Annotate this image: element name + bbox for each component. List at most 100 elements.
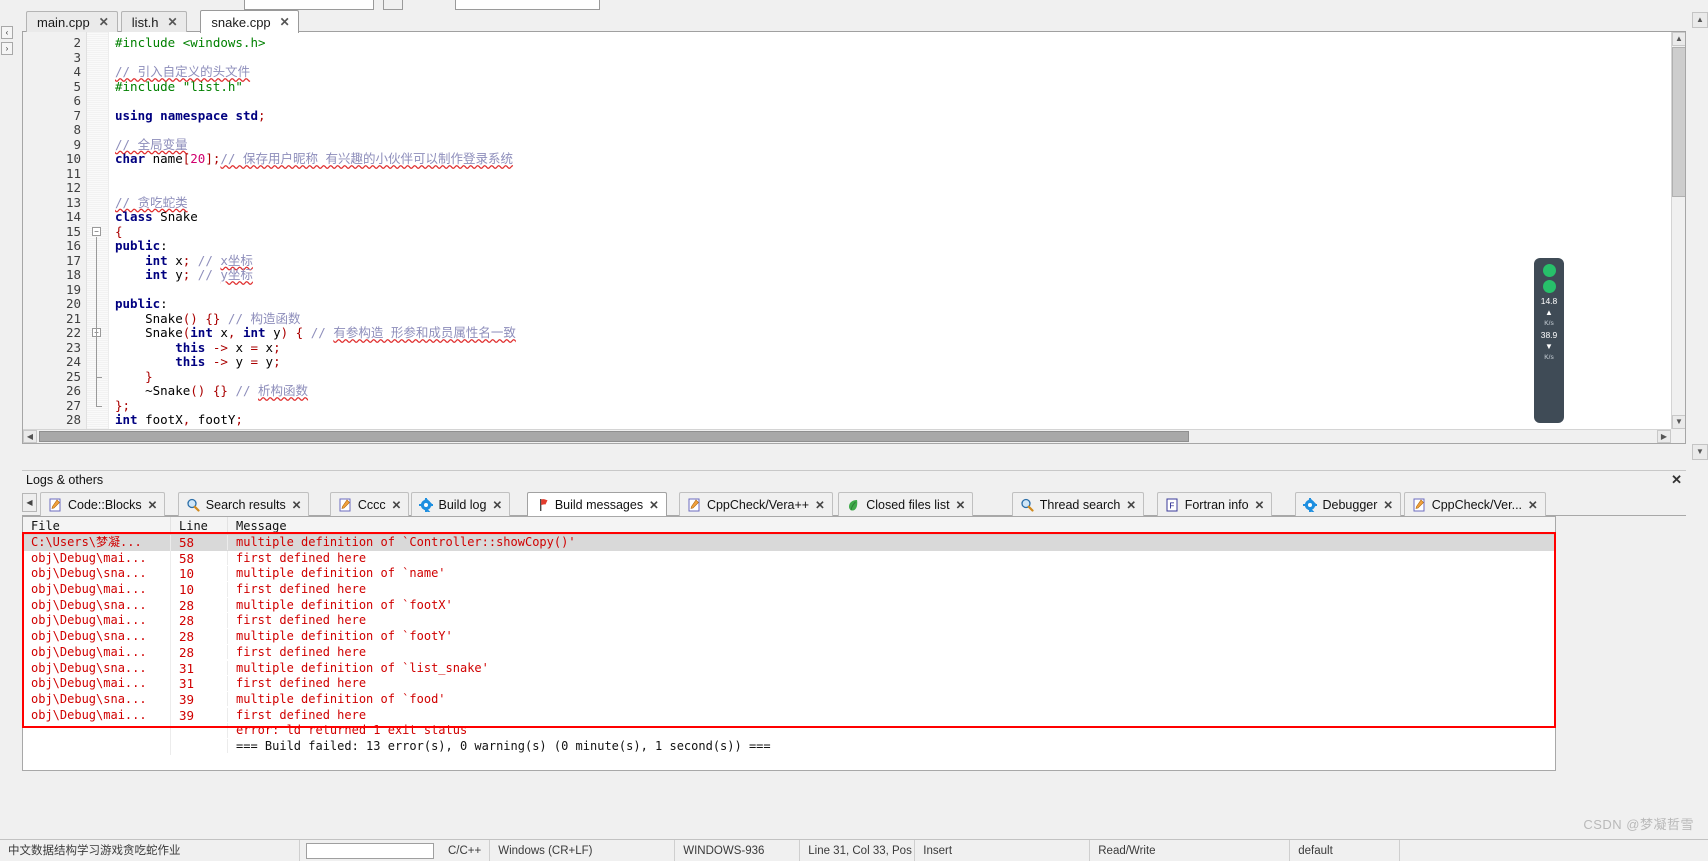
fold-toggle-icon[interactable]: − bbox=[92, 226, 102, 237]
code-line[interactable]: ~Snake() {} // 析构函数 bbox=[115, 383, 308, 399]
code-line[interactable]: public: bbox=[115, 296, 168, 312]
column-header-file[interactable]: File bbox=[23, 517, 171, 534]
close-icon[interactable]: ✕ bbox=[1255, 498, 1265, 512]
table-row[interactable]: C:\Users\梦凝... 58 multiple definition of `… bbox=[23, 535, 1555, 551]
logs-tab-thread-search[interactable]: Thread search ✕ bbox=[1011, 492, 1144, 516]
editor-vertical-scrollbar[interactable]: ▲ ▼ bbox=[1671, 32, 1685, 429]
scroll-right-arrow-icon[interactable]: ▶ bbox=[1657, 430, 1671, 443]
scroll-up-arrow-icon[interactable]: ▲ bbox=[1672, 32, 1685, 46]
close-icon[interactable]: ✕ bbox=[649, 498, 659, 512]
close-icon[interactable]: ✕ bbox=[492, 498, 502, 512]
vertical-scroll-thumb[interactable] bbox=[1672, 47, 1685, 197]
table-row[interactable]: obj\Debug\mai... 58 first defined here bbox=[23, 550, 1555, 567]
code-token: this bbox=[175, 339, 206, 355]
table-row[interactable]: obj\Debug\mai... 10 first defined here bbox=[23, 582, 1555, 598]
close-icon[interactable]: ✕ bbox=[99, 15, 109, 29]
fold-margin[interactable]: −− bbox=[87, 32, 109, 443]
close-icon[interactable]: ✕ bbox=[1528, 498, 1538, 512]
cell-line: 39 bbox=[171, 691, 228, 707]
logs-tab-cppcheck-ver[interactable]: CppCheck/Ver... ✕ bbox=[1403, 492, 1546, 516]
code-line[interactable]: this -> x = x; bbox=[115, 339, 280, 356]
table-row[interactable]: obj\Debug\mai... 39 first defined here bbox=[23, 707, 1555, 724]
code-line[interactable]: int footX, footY; bbox=[115, 412, 243, 428]
table-row[interactable]: obj\Debug\mai... 28 first defined here bbox=[23, 644, 1555, 661]
scroll-down-arrow-icon[interactable]: ▼ bbox=[1672, 415, 1685, 429]
editor-tab-snake-cpp[interactable]: snake.cpp ✕ bbox=[200, 10, 299, 33]
code-line[interactable]: Snake(int x, int y) { // 有参构造 形参和成员属性名一致 bbox=[115, 325, 516, 341]
code-line[interactable]: Snake() {} // 构造函数 bbox=[115, 311, 300, 327]
close-icon[interactable]: ✕ bbox=[1383, 498, 1393, 512]
code-line[interactable]: this -> y = y; bbox=[115, 354, 280, 370]
window-scroll-down-icon[interactable]: ▼ bbox=[1692, 444, 1708, 460]
code-line[interactable]: char name[20];// 保存用户昵称 有兴趣的小伙伴可以制作登录系统 bbox=[115, 151, 513, 167]
build-messages-grid[interactable]: File Line Message C:\Users\梦凝... 58 multip… bbox=[22, 516, 1556, 771]
logs-tab-build-log[interactable]: Build log ✕ bbox=[410, 492, 511, 516]
close-icon[interactable]: ✕ bbox=[148, 498, 158, 512]
network-speed-widget[interactable]: 14.8 ▲ K/s 38.9 ▼ K/s bbox=[1534, 258, 1564, 423]
code-line[interactable]: #include <windows.h> bbox=[115, 35, 266, 51]
table-row[interactable]: error: ld returned 1 exit status bbox=[23, 723, 1555, 739]
table-row[interactable]: obj\Debug\sna... 28 multiple definition of… bbox=[23, 629, 1555, 645]
table-row[interactable]: obj\Debug\mai... 28 first defined here bbox=[23, 613, 1555, 630]
code-line[interactable]: // 全局变量 bbox=[115, 137, 188, 153]
horizontal-scroll-thumb[interactable] bbox=[39, 431, 1189, 442]
table-row[interactable]: === Build failed: 13 error(s), 0 warning… bbox=[23, 738, 1555, 755]
code-line[interactable]: }; bbox=[115, 398, 130, 414]
toolbar-text-field-2[interactable] bbox=[455, 0, 600, 10]
status-bar-input[interactable] bbox=[306, 842, 434, 859]
table-row[interactable]: obj\Debug\sna... 39 multiple definition of… bbox=[23, 691, 1555, 708]
code-line[interactable]: // 引入自定义的头文件 bbox=[115, 64, 250, 80]
code-token: -> bbox=[212, 354, 228, 369]
code-line[interactable]: } bbox=[115, 369, 153, 385]
logs-tab-debugger[interactable]: Debugger ✕ bbox=[1294, 492, 1402, 516]
fold-toggle-icon[interactable]: − bbox=[92, 328, 102, 338]
window-scroll-up-icon[interactable]: ▲ bbox=[1692, 12, 1708, 28]
code-line[interactable]: int x; // x坐标 bbox=[115, 253, 253, 269]
column-header-line[interactable]: Line bbox=[171, 517, 228, 533]
code-line[interactable]: { bbox=[115, 224, 123, 240]
table-row[interactable]: obj\Debug\sna... 10 multiple definition of… bbox=[23, 566, 1555, 583]
dock-collapse-button-2[interactable]: › bbox=[1, 42, 13, 55]
logs-tab-cccc[interactable]: Cccc ✕ bbox=[329, 492, 410, 516]
code-token: name bbox=[145, 151, 183, 166]
logs-tab-cppcheck-vera[interactable]: CppCheck/Vera++ ✕ bbox=[678, 492, 833, 516]
close-icon[interactable]: ✕ bbox=[292, 498, 302, 512]
tab-scroll-left-icon[interactable]: ◀ bbox=[22, 493, 37, 512]
editor-horizontal-scrollbar[interactable]: ◀ ▶ bbox=[23, 429, 1671, 443]
code-editor[interactable]: 2 3 4 5 6 7 8 9 10 11 12 13 14 15 16 17 18 19 20 21 22 23 24 25… bbox=[22, 32, 1686, 444]
close-icon[interactable]: ✕ bbox=[1126, 498, 1136, 512]
code-line[interactable]: int y; // y坐标 bbox=[115, 267, 253, 283]
logs-tab-closed-files-list[interactable]: Closed files list ✕ bbox=[838, 492, 974, 516]
code-text-area[interactable]: #include <windows.h> // 引入自定义的头文件 #include… bbox=[109, 32, 1671, 443]
code-line[interactable]: #include "list.h" bbox=[115, 79, 243, 95]
code-token: x bbox=[258, 339, 274, 355]
toolbar-dropdown-button[interactable] bbox=[383, 0, 403, 10]
code-line[interactable]: public: bbox=[115, 238, 168, 254]
code-line[interactable]: // 贪吃蛇类 bbox=[115, 195, 188, 211]
toolbar-text-field-1[interactable] bbox=[244, 0, 374, 10]
table-row[interactable]: obj\Debug\sna... 28 multiple definition of… bbox=[23, 597, 1555, 614]
code-line[interactable]: using namespace std; bbox=[115, 108, 266, 124]
close-icon[interactable]: ✕ bbox=[168, 15, 178, 29]
cell-msg: multiple definition of `food' bbox=[236, 691, 446, 706]
close-icon[interactable]: ✕ bbox=[956, 498, 966, 512]
line-number: 9 bbox=[73, 136, 81, 152]
code-line[interactable]: class Snake bbox=[115, 209, 198, 225]
column-header-message[interactable]: Message bbox=[228, 517, 1555, 534]
logs-tab-search-results[interactable]: Search results ✕ bbox=[177, 492, 310, 516]
close-icon[interactable]: ✕ bbox=[1671, 472, 1682, 488]
editor-tab-main-cpp[interactable]: main.cpp ✕ bbox=[26, 11, 118, 32]
line-number: 5 bbox=[73, 78, 81, 94]
close-icon[interactable]: ✕ bbox=[392, 498, 402, 512]
dock-collapse-button-1[interactable]: ‹ bbox=[1, 26, 13, 39]
logs-tab-code-blocks[interactable]: Code::Blocks ✕ bbox=[40, 492, 166, 516]
editor-tab-list-h[interactable]: list.h ✕ bbox=[120, 11, 187, 32]
close-icon[interactable]: ✕ bbox=[280, 15, 290, 29]
logs-tab-fortran-info[interactable]: F Fortran info ✕ bbox=[1156, 492, 1273, 516]
window-vertical-scrollbar[interactable]: ▲ ▼ bbox=[1692, 12, 1708, 460]
scroll-left-arrow-icon[interactable]: ◀ bbox=[23, 430, 37, 443]
close-icon[interactable]: ✕ bbox=[815, 498, 825, 512]
logs-tab-build-messages[interactable]: Build messages ✕ bbox=[526, 492, 667, 516]
table-row[interactable]: obj\Debug\sna... 31 multiple definition of… bbox=[23, 660, 1555, 677]
table-row[interactable]: obj\Debug\mai... 31 first defined here bbox=[23, 676, 1555, 692]
